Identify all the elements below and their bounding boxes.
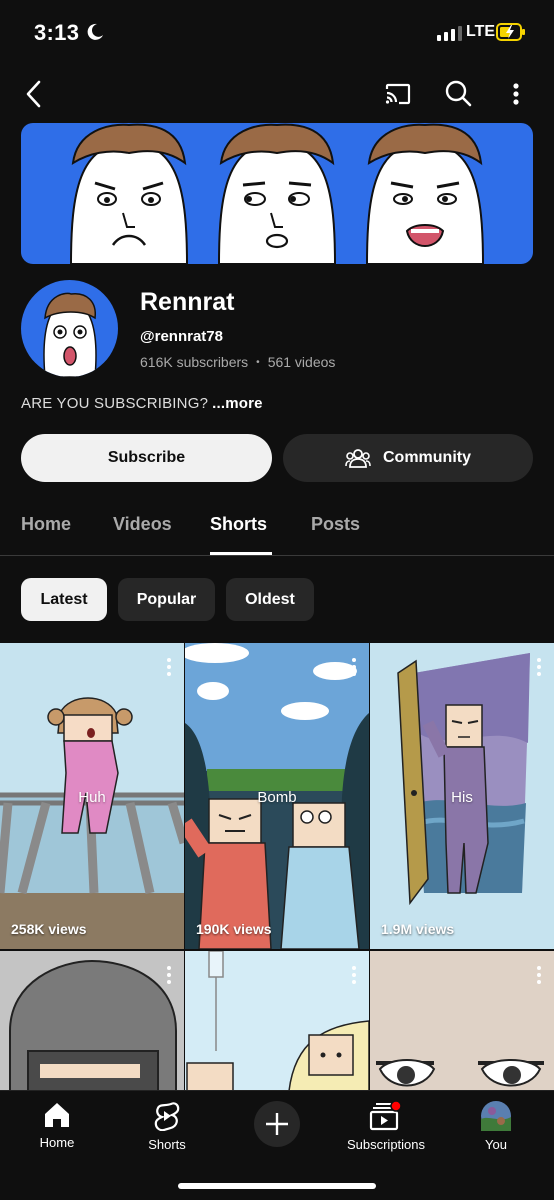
short-tile[interactable]: Bomb 190K views <box>185 643 369 949</box>
nav-home[interactable]: Home <box>38 1101 76 1150</box>
community-label: Community <box>383 449 471 466</box>
short-thumbnail <box>370 951 554 1091</box>
short-menu-icon[interactable] <box>166 657 172 677</box>
short-title: Huh <box>78 789 106 806</box>
short-views: 190K views <box>196 921 272 937</box>
separator-dot: • <box>256 356 260 368</box>
short-title: Bomb <box>257 789 297 806</box>
community-icon <box>345 449 371 468</box>
short-menu-icon[interactable] <box>166 965 172 985</box>
user-avatar-icon <box>481 1101 511 1131</box>
description-text: ARE YOU SUBSCRIBING? <box>21 395 209 412</box>
short-menu-icon[interactable] <box>536 965 542 985</box>
channel-description[interactable]: ARE YOU SUBSCRIBING? ...more <box>21 395 263 412</box>
home-icon <box>45 1103 69 1127</box>
video-count: 561 videos <box>267 354 336 370</box>
nav-subscriptions-label: Subscriptions <box>346 1137 426 1152</box>
shorts-icon <box>154 1102 180 1131</box>
channel-tabs: Home Videos Shorts Posts <box>0 500 554 556</box>
tab-videos[interactable]: Videos <box>113 514 172 535</box>
short-tile[interactable]: His 1.9M views <box>370 643 554 949</box>
more-options-icon[interactable] <box>506 80 526 108</box>
status-time: 3:13 <box>34 20 80 45</box>
chip-popular[interactable]: Popular <box>118 578 215 621</box>
search-icon[interactable] <box>443 78 473 108</box>
channel-handle: @rennrat78 <box>140 328 223 345</box>
community-button[interactable]: Community <box>283 434 533 482</box>
home-indicator <box>178 1183 376 1189</box>
nav-shorts-label: Shorts <box>148 1137 186 1152</box>
tab-home[interactable]: Home <box>21 514 71 535</box>
back-icon[interactable] <box>18 78 48 110</box>
top-nav <box>0 64 554 124</box>
nav-home-label: Home <box>39 1135 75 1150</box>
channel-stats: 616K subscribers • 561 videos <box>140 354 335 370</box>
create-plus-icon <box>254 1101 300 1147</box>
subscriber-count: 616K subscribers <box>140 354 249 370</box>
short-tile[interactable] <box>370 951 554 1091</box>
short-views: 258K views <box>11 921 87 937</box>
channel-avatar[interactable] <box>21 280 118 377</box>
chip-latest[interactable]: Latest <box>21 578 107 621</box>
battery-icon <box>496 23 525 41</box>
status-bar: 3:13 LTE <box>0 0 554 64</box>
short-tile[interactable]: Huh 258K views <box>0 643 184 949</box>
tab-shorts[interactable]: Shorts <box>210 514 267 535</box>
banner-art <box>69 123 485 264</box>
short-thumbnail <box>0 951 184 1091</box>
subscribe-button[interactable]: Subscribe <box>21 434 272 482</box>
channel-name: Rennrat <box>140 288 235 316</box>
nav-subscriptions[interactable]: Subscriptions <box>340 1101 432 1152</box>
short-menu-icon[interactable] <box>536 657 542 677</box>
moon-icon <box>87 23 103 40</box>
avatar-art <box>43 292 97 377</box>
short-tile[interactable] <box>185 951 369 1091</box>
more-link[interactable]: ...more <box>212 395 263 412</box>
short-title: His <box>451 789 473 806</box>
network-label: LTE <box>466 23 496 40</box>
short-tile[interactable] <box>0 951 184 1091</box>
channel-banner <box>21 123 533 264</box>
tab-posts[interactable]: Posts <box>311 514 360 535</box>
nav-shorts[interactable]: Shorts <box>144 1101 190 1152</box>
nav-create[interactable] <box>254 1101 300 1147</box>
short-menu-icon[interactable] <box>351 657 357 677</box>
signal-icon <box>437 25 462 41</box>
short-menu-icon[interactable] <box>351 965 357 985</box>
active-tab-indicator <box>210 552 272 555</box>
short-thumbnail <box>185 951 369 1091</box>
nav-you-label: You <box>485 1137 507 1152</box>
cast-icon[interactable] <box>383 80 413 108</box>
short-views: 1.9M views <box>381 921 455 937</box>
nav-you[interactable]: You <box>478 1101 514 1152</box>
subscriptions-icon <box>369 1101 402 1131</box>
chip-oldest[interactable]: Oldest <box>226 578 314 621</box>
